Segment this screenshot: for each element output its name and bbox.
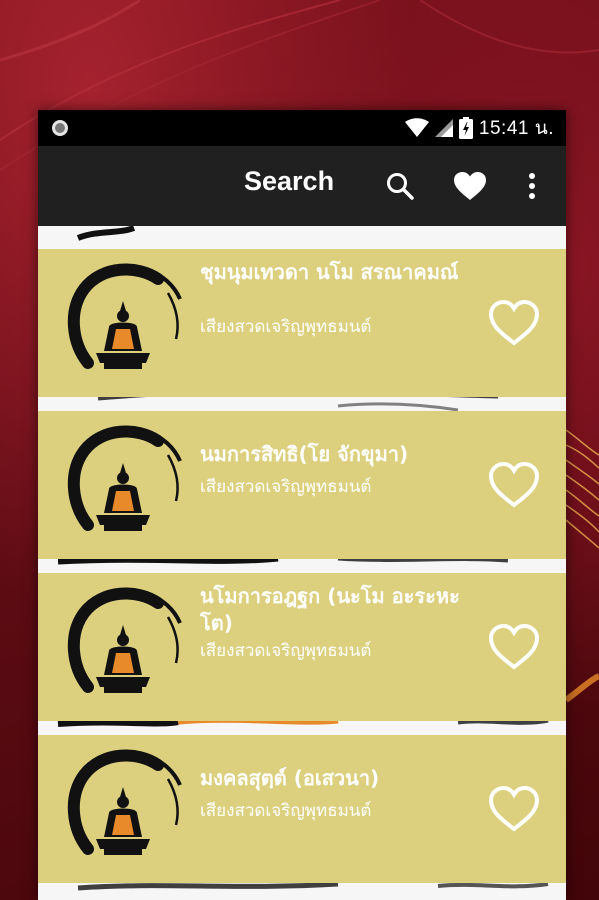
item-subtitle: เสียงสวดเจริญพุทธมนต์	[200, 801, 372, 821]
buddha-icon	[67, 587, 182, 693]
item-title: นมการสิทธิ(โย จักขุมา)	[200, 442, 409, 466]
buddha-icon	[67, 425, 182, 531]
phone-screen: 15:41 น. Search ชุมนุมเทวดา นโม สรณาคมณ์…	[38, 110, 566, 900]
toolbar-title: Search	[244, 166, 335, 196]
heart-outline-icon[interactable]	[488, 299, 540, 347]
list-item[interactable]: มงคลสุตฺต์ (อเสวนา) เสียงสวดเจริญพุทธมนต…	[38, 735, 566, 883]
battery-icon	[458, 117, 473, 139]
list-item[interactable]: นโมการอฎฐก (นะโม อะระหะโต) เสียงสวดเจริญ…	[38, 573, 566, 721]
item-title: ชุมนุมเทวดา นโม สรณาคมณ์	[200, 260, 459, 284]
app-toolbar: Search	[38, 146, 566, 226]
item-title: มงคลสุตฺต์ (อเสวนา)	[200, 766, 380, 790]
item-subtitle: เสียงสวดเจริญพุทธมนต์	[200, 641, 372, 661]
status-bar: 15:41 น.	[38, 110, 566, 146]
list-item[interactable]: นมการสิทธิ(โย จักขุมา) เสียงสวดเจริญพุทธ…	[38, 411, 566, 559]
favorites-button[interactable]	[452, 168, 488, 204]
item-subtitle: เสียงสวดเจริญพุทธมนต์	[200, 317, 372, 337]
heart-icon	[454, 172, 486, 200]
search-button[interactable]	[382, 168, 418, 204]
status-time: 15:41 น.	[478, 118, 554, 139]
buddha-icon	[67, 263, 182, 369]
signal-icon	[434, 119, 453, 137]
buddha-icon	[67, 749, 182, 855]
overflow-menu-button[interactable]	[514, 168, 550, 204]
heart-outline-icon[interactable]	[488, 785, 540, 833]
item-subtitle: เสียงสวดเจริญพุทธมนต์	[200, 477, 372, 497]
more-vert-icon	[529, 173, 535, 199]
item-title: นโมการอฎฐก (นะโม อะระหะโต)	[200, 584, 460, 635]
search-icon	[387, 173, 414, 200]
heart-outline-icon[interactable]	[488, 461, 540, 509]
notification-icon	[52, 120, 68, 136]
list-item[interactable]: ชุมนุมเทวดา นโม สรณาคมณ์ เสียงสวดเจริญพุ…	[38, 249, 566, 397]
heart-outline-icon[interactable]	[488, 623, 540, 671]
wifi-icon	[404, 118, 429, 137]
